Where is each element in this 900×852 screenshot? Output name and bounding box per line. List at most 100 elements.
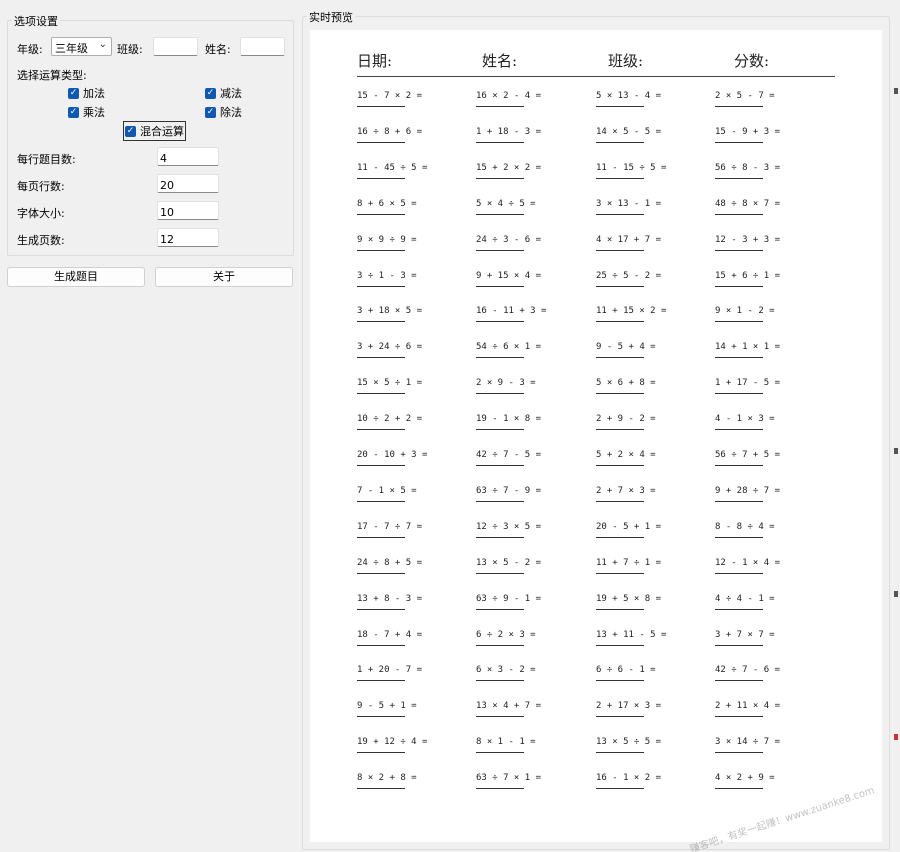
problem-item: 42 ÷ 7 - 5 = [476, 449, 546, 466]
problem-item: 2 + 17 × 3 = [596, 700, 666, 718]
name-input[interactable] [240, 37, 285, 56]
problem-text: 24 ÷ 8 + 5 = [357, 557, 423, 568]
problem-item: 11 + 15 × 2 = [596, 305, 666, 323]
rows-per-page-label: 每页行数: [17, 180, 65, 193]
problem-text: 1 + 17 - 5 = [715, 378, 781, 389]
pages-input[interactable] [157, 228, 219, 247]
answer-line [596, 357, 644, 359]
problem-text: 56 ÷ 8 - 3 = [715, 162, 781, 173]
problem-text: 15 + 2 × 2 = [476, 162, 542, 173]
problem-item: 13 + 11 - 5 = [596, 629, 666, 646]
answer-line [476, 788, 524, 790]
problem-item: 13 + 8 - 3 = [357, 593, 427, 610]
answer-line [476, 213, 524, 215]
problem-text: 5 + 2 × 4 = [596, 450, 656, 460]
problem-item: 19 + 12 ÷ 4 = [357, 736, 427, 754]
problem-item: 7 - 1 × 5 = [357, 485, 427, 502]
problem-text: 4 × 2 + 9 = [715, 773, 775, 784]
answer-line [715, 465, 763, 466]
answer-line [715, 177, 763, 179]
problem-item: 16 - 1 × 2 = [596, 772, 666, 790]
problem-item: 1 + 20 - 7 = [357, 664, 427, 682]
grade-select[interactable]: 三年级 ⌄ [51, 37, 112, 56]
problem-text: 9 + 28 ÷ 7 = [715, 485, 781, 496]
per-row-input[interactable] [157, 147, 219, 166]
problem-text: 3 + 18 × 5 = [357, 306, 423, 317]
problem-item: 19 + 5 × 8 = [596, 593, 666, 610]
problem-text: 2 × 5 - 7 = [715, 91, 775, 101]
problem-item: 16 ÷ 8 + 6 = [357, 126, 427, 143]
problem-text: 2 + 11 × 4 = [715, 701, 781, 712]
grade-select-value: 三年级 [55, 42, 88, 55]
mixed-ops-checkbox[interactable]: ✓ 混合运算 [123, 121, 186, 141]
font-size-input[interactable] [157, 201, 219, 220]
problem-text: 3 + 7 × 7 = [715, 629, 775, 640]
problem-item: 6 × 3 - 2 = [476, 664, 546, 682]
problem-item: 5 + 2 × 4 = [596, 449, 666, 466]
problem-text: 5 × 6 + 8 = [596, 378, 656, 389]
problem-text: 63 ÷ 7 × 1 = [476, 773, 542, 784]
problem-item: 11 - 45 ÷ 5 = [357, 162, 427, 179]
problem-item: 12 - 1 × 4 = [715, 557, 785, 574]
answer-line [476, 644, 524, 646]
multiplication-checkbox[interactable]: ✓ 乘法 [68, 104, 105, 120]
problem-item: 1 + 18 - 3 = [476, 126, 546, 143]
answer-line [476, 465, 524, 466]
problem-text: 9 × 1 - 2 = [715, 306, 775, 317]
problem-text: 9 × 9 ÷ 9 = [357, 234, 417, 245]
preview-page[interactable]: 日期: 姓名: 班级: 分数: 15 - 7 × 2 = 16 × 2 - 4 =… [310, 30, 882, 842]
problem-text: 8 × 2 + 8 = [357, 773, 417, 784]
problem-text: 9 + 15 × 4 = [476, 270, 542, 281]
window-edge-mark [894, 448, 898, 454]
problem-item: 20 - 10 + 3 = [357, 449, 427, 466]
division-checkbox[interactable]: ✓ 除法 [205, 104, 242, 120]
answer-line [476, 321, 524, 323]
answer-line [596, 393, 644, 395]
subtraction-checkbox[interactable]: ✓ 减法 [205, 85, 242, 101]
problem-item: 3 + 18 × 5 = [357, 305, 427, 323]
problem-item: 6 ÷ 2 × 3 = [476, 629, 546, 646]
problem-item: 25 ÷ 5 - 2 = [596, 270, 666, 287]
answer-line [476, 106, 524, 107]
problem-text: 8 - 8 ÷ 4 = [715, 521, 775, 532]
problem-item: 14 × 5 - 5 = [596, 126, 666, 143]
problem-text: 4 ÷ 4 - 1 = [715, 593, 775, 604]
answer-line [596, 465, 644, 466]
answer-line [596, 536, 644, 538]
answer-line [715, 213, 763, 215]
preview-group-title: 实时预览 [307, 9, 355, 25]
generate-button[interactable]: 生成题目 [7, 267, 145, 287]
answer-line [476, 249, 524, 251]
problem-item: 2 + 11 × 4 = [715, 700, 785, 718]
answer-line [715, 106, 763, 107]
check-icon: ✓ [125, 125, 136, 137]
answer-line [715, 321, 763, 323]
problem-text: 12 ÷ 3 × 5 = [476, 521, 542, 532]
problem-text: 20 - 10 + 3 = [357, 450, 428, 460]
answer-line [357, 465, 405, 466]
problem-item: 4 × 17 + 7 = [596, 234, 666, 251]
problem-item: 8 × 1 - 1 = [476, 736, 546, 754]
answer-line [596, 500, 644, 502]
answer-line [715, 357, 763, 359]
problem-text: 10 ÷ 2 + 2 = [357, 414, 423, 425]
problem-text: 9 - 5 + 4 = [596, 342, 656, 353]
problem-text: 56 ÷ 7 + 5 = [715, 450, 781, 460]
problem-text: 25 ÷ 5 - 2 = [596, 270, 662, 281]
check-icon: ✓ [68, 87, 79, 99]
answer-line [715, 285, 763, 287]
addition-checkbox[interactable]: ✓ 加法 [68, 85, 105, 101]
answer-line [357, 536, 405, 538]
problem-text: 48 ÷ 8 × 7 = [715, 198, 781, 209]
problem-text: 6 ÷ 6 - 1 = [596, 665, 656, 676]
answer-line [476, 357, 524, 359]
problem-text: 1 + 20 - 7 = [357, 665, 423, 676]
about-button[interactable]: 关于 [155, 267, 293, 287]
rows-per-page-input[interactable] [157, 174, 219, 193]
class-input[interactable] [153, 37, 198, 56]
answer-line [357, 213, 405, 215]
header-divider [357, 76, 835, 77]
answer-line [357, 321, 405, 323]
problem-text: 19 + 5 × 8 = [596, 593, 662, 604]
problem-item: 15 × 5 ÷ 1 = [357, 377, 427, 395]
